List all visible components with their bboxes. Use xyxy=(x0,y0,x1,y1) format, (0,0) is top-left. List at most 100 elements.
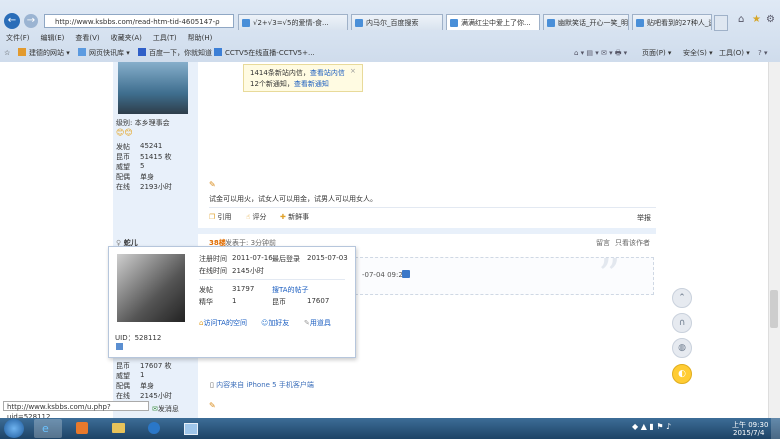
phone-icon: ▯ xyxy=(210,381,214,389)
share-button[interactable]: ✚ 新鲜事 xyxy=(280,212,309,222)
back-to-top-button[interactable]: ⌃ xyxy=(672,288,692,308)
page-icon xyxy=(242,19,250,27)
menu-view[interactable]: 查看(V) xyxy=(75,34,99,42)
back-button[interactable]: ← xyxy=(4,13,20,29)
home-icon[interactable]: ⌂ xyxy=(738,14,744,25)
stat-value: 单身 xyxy=(140,173,154,181)
folder-icon xyxy=(112,423,125,433)
gear-icon[interactable]: ⚙ xyxy=(766,14,775,25)
media-player-icon xyxy=(76,422,88,434)
favorite-item-3[interactable]: 百度一下，你就知道 xyxy=(138,45,212,61)
stat-label: 威望 xyxy=(116,163,130,171)
posts-value: 31797 xyxy=(232,285,255,293)
safety-menu[interactable]: 安全(S) ▾ xyxy=(683,45,713,61)
avatar[interactable] xyxy=(118,62,188,114)
stat-label: 发帖 xyxy=(116,143,130,151)
favorites-star-icon[interactable]: ★ xyxy=(752,14,761,25)
tab-3[interactable]: 满满红尘中爱上了你... xyxy=(446,14,540,30)
ie-icon: e xyxy=(42,422,49,435)
quote-button[interactable]: ❐ 引用 xyxy=(209,212,232,222)
client-source[interactable]: ▯ 内容来自 iPhone 5 手机客户端 xyxy=(210,380,314,390)
add-friend-button[interactable]: ☺加好友 xyxy=(261,318,289,328)
scrollbar-thumb[interactable] xyxy=(770,290,778,328)
page-icon xyxy=(355,19,363,27)
coins-label: 昆币 xyxy=(272,298,286,306)
tab-label: 满满红尘中爱上了你... xyxy=(461,19,531,27)
view-messages-link[interactable]: 查看站内信 xyxy=(310,69,345,77)
signature: 试金可以用火，试女人可以用金，试男人可以用女人。 xyxy=(209,195,377,203)
favorite-item-1[interactable]: 建德的网站 ▾ xyxy=(18,45,70,61)
window-icon xyxy=(184,423,198,435)
favorite-badge-icon[interactable]: ◐ xyxy=(672,364,692,384)
tab-2[interactable]: 内马尔_百度搜索 xyxy=(351,14,443,30)
vertical-scrollbar[interactable] xyxy=(768,62,780,418)
tab-label: √2+√3=√5的爱情-食... xyxy=(253,19,329,27)
page-menu[interactable]: 页面(P) ▾ xyxy=(642,45,671,61)
report-link[interactable]: 举报 xyxy=(637,213,651,223)
message-link[interactable]: 留言 xyxy=(596,238,610,248)
tab-5[interactable]: 贴吧看到的27种人_逃... xyxy=(632,14,712,30)
only-author-link[interactable]: 只看该作者 xyxy=(615,238,650,248)
online-label: 在线时间 xyxy=(199,267,227,275)
last-login-label: 最后登录 xyxy=(272,255,300,263)
menu-favorites[interactable]: 收藏夹(A) xyxy=(111,34,142,42)
stat-value: 单身 xyxy=(140,382,154,390)
divider xyxy=(199,279,345,280)
favorite-item-4[interactable]: CCTV5在线直播-CCTV5+... xyxy=(214,45,315,61)
action-label: 引用 xyxy=(217,213,232,221)
new-tab-button[interactable] xyxy=(714,15,728,31)
taskbar-media[interactable] xyxy=(68,419,96,438)
show-desktop-button[interactable] xyxy=(771,418,780,439)
taskbar-explorer[interactable] xyxy=(104,419,132,438)
essence-value: 1 xyxy=(232,297,237,305)
tab-4[interactable]: 幽默笑话_开心一笑_明... xyxy=(543,14,629,30)
visit-space-button[interactable]: ⌂访问TA的空间 xyxy=(199,318,247,328)
baidu-icon xyxy=(138,48,146,56)
toolbar-icons[interactable]: ⌂ ▾ ▤ ▾ ✉ ▾ 🖶 ▾ xyxy=(574,45,627,61)
page-icon xyxy=(547,19,555,27)
rate-button[interactable]: ☝ 评分 xyxy=(246,212,267,222)
stat-label: 威望 xyxy=(116,372,130,380)
tools-menu[interactable]: 工具(O) ▾ xyxy=(719,45,750,61)
start-button[interactable] xyxy=(4,419,24,438)
tab-1[interactable]: √2+√3=√5的爱情-食... xyxy=(238,14,348,30)
online-value: 2145小时 xyxy=(232,267,264,275)
tray-icons[interactable]: ◆ ▲ ▮ ⚑ ♪ xyxy=(632,422,671,431)
taskbar-ie[interactable]: e xyxy=(34,419,62,438)
help-icon[interactable]: ? ▾ xyxy=(758,45,767,61)
web-slice-icon xyxy=(78,48,86,56)
menu-file[interactable]: 文件(F) xyxy=(6,34,30,42)
profile-icon[interactable] xyxy=(116,343,123,350)
send-message-button[interactable]: ✉发消息 xyxy=(152,404,179,414)
avatar[interactable] xyxy=(117,254,185,322)
taskbar-app[interactable] xyxy=(140,419,168,438)
favorite-item-2[interactable]: 网页快讯库 ▾ xyxy=(78,45,130,61)
close-icon[interactable]: × xyxy=(350,67,356,75)
forward-button[interactable]: → xyxy=(24,14,38,28)
favorite-label: CCTV5在线直播-CCTV5+... xyxy=(225,49,315,57)
menu-tools[interactable]: 工具(T) xyxy=(153,34,177,42)
action-label: 新鲜事 xyxy=(288,213,310,221)
clock-date[interactable]: 2015/7/4 xyxy=(733,429,764,437)
stat-label: 昆币 xyxy=(116,362,130,370)
address-bar[interactable]: http://www.ksbbs.com/read-htm-tid-460514… xyxy=(44,14,234,28)
stat-value: 2193小时 xyxy=(140,183,172,191)
stat-value: 1 xyxy=(140,371,145,379)
chat-icon[interactable]: ◍ xyxy=(672,338,692,358)
essence-label: 精华 xyxy=(199,298,213,306)
tab-label: 内马尔_百度搜索 xyxy=(366,19,419,27)
reg-label: 注册时间 xyxy=(199,255,227,263)
menu-help[interactable]: 帮助(H) xyxy=(188,34,213,42)
taskbar-window[interactable] xyxy=(176,419,204,438)
view-notices-link[interactable]: 查看新通知 xyxy=(294,80,329,88)
coins-value: 17607 xyxy=(307,297,330,305)
menu-edit[interactable]: 编辑(E) xyxy=(41,34,65,42)
use-item-button[interactable]: ✎用道具 xyxy=(304,318,331,328)
search-posts-link[interactable]: 搜TA的帖子 xyxy=(272,285,309,295)
headset-icon[interactable]: ∩ xyxy=(672,313,692,333)
action-label: 用道具 xyxy=(309,319,331,327)
favorites-star-icon[interactable]: ☆ xyxy=(4,45,10,61)
last-login-value: 2015-07-03 xyxy=(307,254,348,262)
user-level: 级别: 本乡理事会 xyxy=(116,119,170,127)
medal-icon: 😊😊 xyxy=(116,128,133,137)
